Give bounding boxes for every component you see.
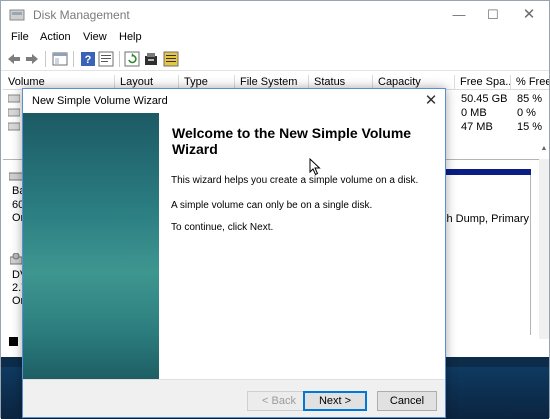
partition-block[interactable] xyxy=(439,175,531,335)
legend-unallocated-swatch xyxy=(9,337,18,346)
scroll-up-arrow-icon[interactable]: ▲ xyxy=(539,145,549,157)
percent-free-cell: 15 % xyxy=(517,121,543,133)
toolbar: ? xyxy=(1,47,549,71)
new-simple-volume-wizard-dialog: New Simple Volume Wizard ✕ Welcome to th… xyxy=(22,88,446,418)
mouse-cursor-icon xyxy=(309,158,321,176)
free-space-cell: 0 MB xyxy=(461,107,487,119)
disk-icon xyxy=(9,172,23,181)
volume-drive-icon xyxy=(8,108,20,117)
back-button[interactable]: < Back xyxy=(247,391,311,411)
menu-bar: File Action View Help xyxy=(1,29,549,47)
wizard-heading: Welcome to the New Simple Volume Wizard xyxy=(172,125,412,157)
maximize-button[interactable]: ☐ xyxy=(481,5,505,25)
menu-action[interactable]: Action xyxy=(40,31,71,43)
wizard-description: This wizard helps you create a simple vo… xyxy=(171,175,419,186)
percent-free-cell: 85 % xyxy=(517,93,543,105)
window-title: Disk Management xyxy=(33,8,130,22)
rescan-disks-icon[interactable] xyxy=(142,50,160,68)
wizard-title-bar: New Simple Volume Wizard ✕ xyxy=(23,89,445,113)
back-arrow-icon[interactable] xyxy=(5,50,23,68)
menu-help[interactable]: Help xyxy=(119,31,142,43)
properties-icon[interactable] xyxy=(97,50,115,68)
column-free-space[interactable]: Free Spa... xyxy=(455,75,511,90)
refresh-icon[interactable] xyxy=(123,50,141,68)
partition-description: sh Dump, Primary xyxy=(441,213,530,225)
free-space-cell: 47 MB xyxy=(461,121,493,133)
wizard-close-button[interactable]: ✕ xyxy=(421,91,441,111)
disk-management-icon xyxy=(9,9,25,21)
menu-view[interactable]: View xyxy=(83,31,107,43)
forward-arrow-icon[interactable] xyxy=(23,50,41,68)
wizard-title: New Simple Volume Wizard xyxy=(32,95,168,107)
svg-text:?: ? xyxy=(85,54,92,66)
close-window-button[interactable]: ✕ xyxy=(517,5,541,25)
vertical-scrollbar[interactable] xyxy=(539,159,549,339)
minimize-button[interactable]: — xyxy=(447,5,471,25)
help-icon[interactable]: ? xyxy=(79,50,97,68)
percent-free-cell: 0 % xyxy=(517,107,536,119)
wizard-note: A simple volume can only be on a single … xyxy=(171,200,373,211)
wizard-content: Welcome to the New Simple Volume Wizard … xyxy=(159,113,445,379)
volume-drive-icon xyxy=(8,122,20,131)
dvd-drive-icon xyxy=(10,253,22,265)
menu-file[interactable]: File xyxy=(11,31,29,43)
wizard-banner-image xyxy=(23,113,159,379)
disk-options-icon[interactable] xyxy=(162,50,180,68)
show-hide-console-tree-icon[interactable] xyxy=(51,50,69,68)
wizard-instruction: To continue, click Next. xyxy=(171,222,274,233)
cancel-button[interactable]: Cancel xyxy=(377,391,437,411)
wizard-footer: < Back Next > Cancel xyxy=(23,379,445,417)
next-button[interactable]: Next > xyxy=(303,391,367,411)
title-bar: Disk Management — ☐ ✕ xyxy=(1,1,549,29)
column-percent-free[interactable]: % Free xyxy=(511,75,549,90)
free-space-cell: 50.45 GB xyxy=(461,93,508,105)
volume-drive-icon xyxy=(8,94,20,103)
